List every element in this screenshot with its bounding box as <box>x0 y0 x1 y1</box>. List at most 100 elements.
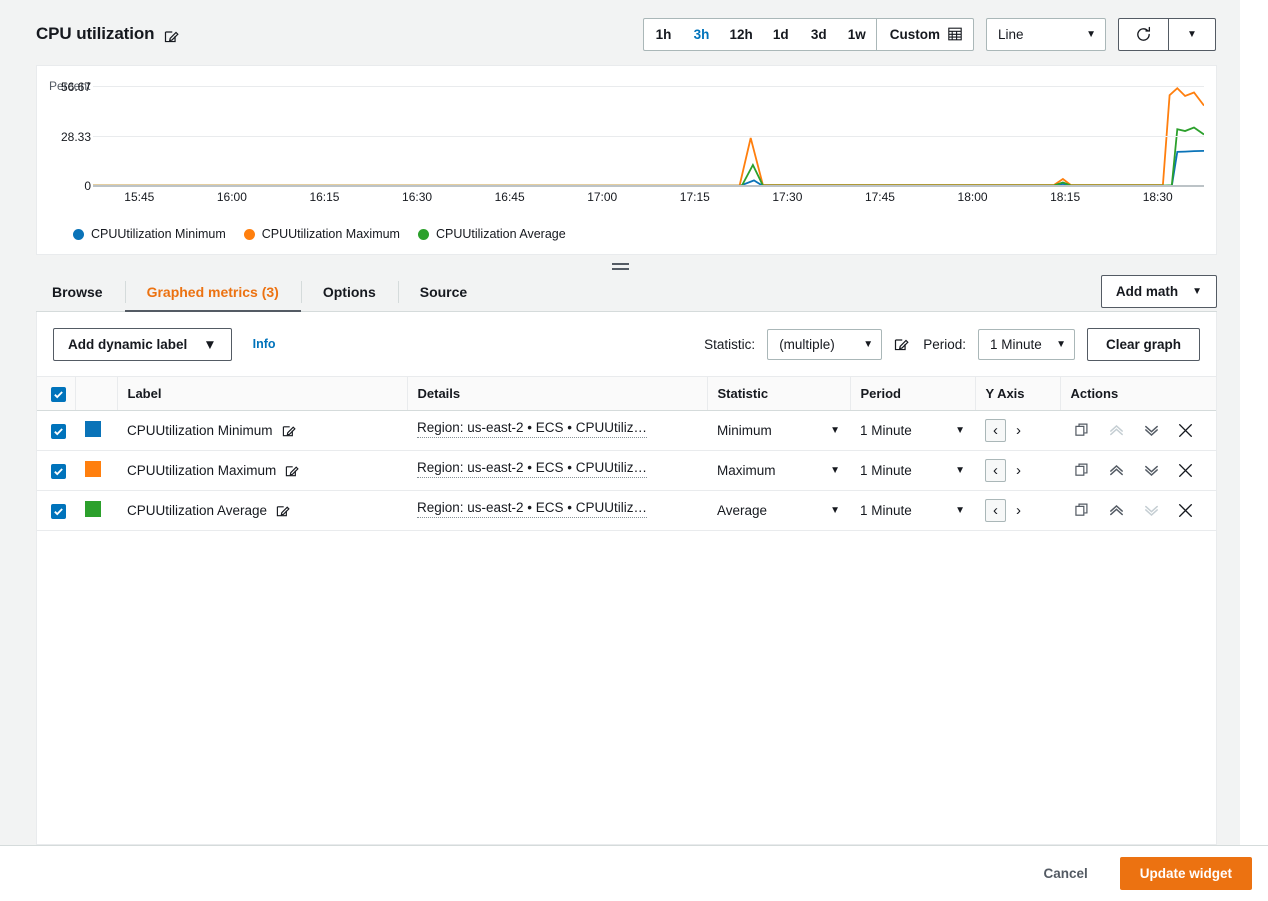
remove-icon[interactable] <box>1178 423 1193 438</box>
clear-graph-button[interactable]: Clear graph <box>1086 327 1200 361</box>
row-actions-cell <box>1060 490 1216 531</box>
range-btn-12h[interactable]: 12h <box>720 19 761 50</box>
color-swatch[interactable] <box>85 421 101 437</box>
period-header: Period <box>849 376 975 411</box>
legend-label: CPUUtilization Minimum <box>91 227 226 241</box>
table-row: CPUUtilization Minimum Region: us-east-2 … <box>37 410 1216 451</box>
refresh-button[interactable] <box>1118 17 1169 51</box>
chevron-left-icon[interactable]: ‹ <box>985 419 1006 442</box>
edit-pencil-icon[interactable] <box>276 504 290 518</box>
custom-range-button[interactable]: Custom <box>875 18 973 50</box>
table-row: CPUUtilization Maximum Region: us-east-2 … <box>37 450 1216 491</box>
range-btn-1d[interactable]: 1d <box>762 19 800 50</box>
edit-pencil-icon[interactable] <box>282 424 296 438</box>
range-btn-1w[interactable]: 1w <box>838 19 876 50</box>
range-btn-1h[interactable]: 1h <box>644 19 682 50</box>
chevron-down-icon: ▼ <box>1056 338 1066 350</box>
row-period-select[interactable]: 1 Minute ▼ <box>860 423 965 438</box>
graph-type-value: Line <box>998 26 1024 42</box>
chevron-left-icon[interactable]: ‹ <box>985 499 1006 522</box>
metric-tabs: Browse Graphed metrics (3) Options Sourc… <box>36 272 1217 313</box>
table-row: CPUUtilization Average Region: us-east-2 … <box>37 490 1216 531</box>
chevron-right-icon[interactable]: › <box>1008 419 1029 442</box>
add-math-button[interactable]: Add math ▼ <box>1100 275 1217 308</box>
chevron-down-icon: ▼ <box>830 465 840 476</box>
move-up-icon[interactable] <box>1108 462 1125 479</box>
select-all-header <box>37 376 75 411</box>
y-axis-tick: 56.67 <box>60 80 91 94</box>
statistic-label: Statistic: <box>704 336 756 352</box>
row-period-cell: 1 Minute ▼ <box>850 490 975 531</box>
row-statistic-select[interactable]: Minimum ▼ <box>717 423 840 438</box>
row-checkbox[interactable] <box>51 423 66 439</box>
legend-item[interactable]: CPUUtilization Maximum <box>243 227 400 241</box>
tab-options[interactable]: Options <box>300 272 398 312</box>
select-all-checkbox[interactable] <box>51 386 66 402</box>
row-label-cell: CPUUtilization Maximum <box>117 450 407 491</box>
row-select-cell <box>37 410 75 451</box>
range-btn-3h[interactable]: 3h <box>682 19 720 50</box>
period-select[interactable]: 1 Minute ▼ <box>977 328 1075 360</box>
row-details-cell: Region: us-east-2 • ECS • CPUUtiliz… <box>407 410 707 451</box>
row-yaxis-cell: ‹ › <box>975 450 1060 491</box>
move-down-icon[interactable] <box>1143 422 1160 439</box>
y-axis-tick-labels: 0 28.33 56.67 <box>43 66 91 254</box>
color-swatch[interactable] <box>85 501 101 517</box>
y-axis-tick: 28.33 <box>60 129 91 144</box>
duplicate-icon[interactable] <box>1075 423 1090 438</box>
chevron-down-icon: ▼ <box>863 338 874 350</box>
label-header: Label <box>116 376 407 411</box>
row-period-cell: 1 Minute ▼ <box>850 450 975 491</box>
row-period-select[interactable]: 1 Minute ▼ <box>860 463 965 478</box>
row-label-cell: CPUUtilization Average <box>117 490 407 531</box>
graph-type-select[interactable]: Line ▼ <box>986 17 1106 51</box>
refresh-controls: ▼ <box>1118 17 1216 51</box>
remove-icon[interactable] <box>1178 463 1193 478</box>
move-up-icon[interactable] <box>1108 502 1125 519</box>
tab-browse[interactable]: Browse <box>36 272 125 312</box>
chevron-right-icon[interactable]: › <box>1008 499 1029 522</box>
x-axis-tick: 17:00 <box>587 190 618 204</box>
metric-details[interactable]: Region: us-east-2 • ECS • CPUUtiliz… <box>417 500 648 518</box>
row-checkbox[interactable] <box>51 503 66 519</box>
tab-graphed-metrics[interactable]: Graphed metrics (3) <box>124 272 302 313</box>
metrics-toolbar: Add dynamic label ▼ Info Statistic: (mul… <box>37 312 1216 376</box>
row-period-select[interactable]: 1 Minute ▼ <box>860 503 965 518</box>
metric-details[interactable]: Region: us-east-2 • ECS • CPUUtiliz… <box>417 420 648 438</box>
row-period-value: 1 Minute <box>860 503 912 518</box>
period-label: Period: <box>923 336 966 352</box>
info-link[interactable]: Info <box>253 337 276 351</box>
row-color-cell <box>75 410 117 451</box>
drag-handle-icon <box>611 262 629 270</box>
graphed-metrics-panel: Add dynamic label ▼ Info Statistic: (mul… <box>36 312 1217 845</box>
move-down-icon[interactable] <box>1143 462 1160 479</box>
row-statistic-select[interactable]: Maximum ▼ <box>717 463 840 478</box>
row-statistic-select[interactable]: Average ▼ <box>717 503 840 518</box>
yaxis-header: Y Axis <box>974 376 1060 411</box>
statistic-select[interactable]: (multiple) ▼ <box>767 328 883 360</box>
row-statistic-cell: Average ▼ <box>707 490 850 531</box>
chevron-right-icon[interactable]: › <box>1008 459 1029 482</box>
legend-item[interactable]: CPUUtilization Average <box>417 227 566 241</box>
cancel-button[interactable]: Cancel <box>1029 858 1101 889</box>
edit-pencil-icon[interactable] <box>285 464 299 478</box>
duplicate-icon[interactable] <box>1075 503 1090 518</box>
chevron-left-icon[interactable]: ‹ <box>985 459 1006 482</box>
update-widget-button[interactable]: Update widget <box>1119 857 1252 890</box>
duplicate-icon[interactable] <box>1075 463 1090 478</box>
tab-source[interactable]: Source <box>397 272 489 312</box>
time-range-selector: 1h 3h 12h 1d 3d 1w Custom <box>643 17 974 51</box>
add-dynamic-label-button[interactable]: Add dynamic label ▼ <box>53 327 232 361</box>
edit-pencil-icon[interactable] <box>894 337 909 352</box>
range-btn-3d[interactable]: 3d <box>800 19 838 50</box>
metric-details[interactable]: Region: us-east-2 • ECS • CPUUtiliz… <box>417 460 648 478</box>
legend-label: CPUUtilization Maximum <box>261 227 400 241</box>
edit-pencil-icon[interactable] <box>164 29 180 44</box>
row-checkbox[interactable] <box>51 463 66 479</box>
row-statistic-cell: Maximum ▼ <box>707 450 850 491</box>
row-period-cell: 1 Minute ▼ <box>850 410 975 451</box>
legend-item[interactable]: CPUUtilization Minimum <box>73 227 226 241</box>
remove-icon[interactable] <box>1178 503 1193 518</box>
refresh-options-button[interactable]: ▼ <box>1169 17 1216 51</box>
color-swatch[interactable] <box>85 461 101 477</box>
